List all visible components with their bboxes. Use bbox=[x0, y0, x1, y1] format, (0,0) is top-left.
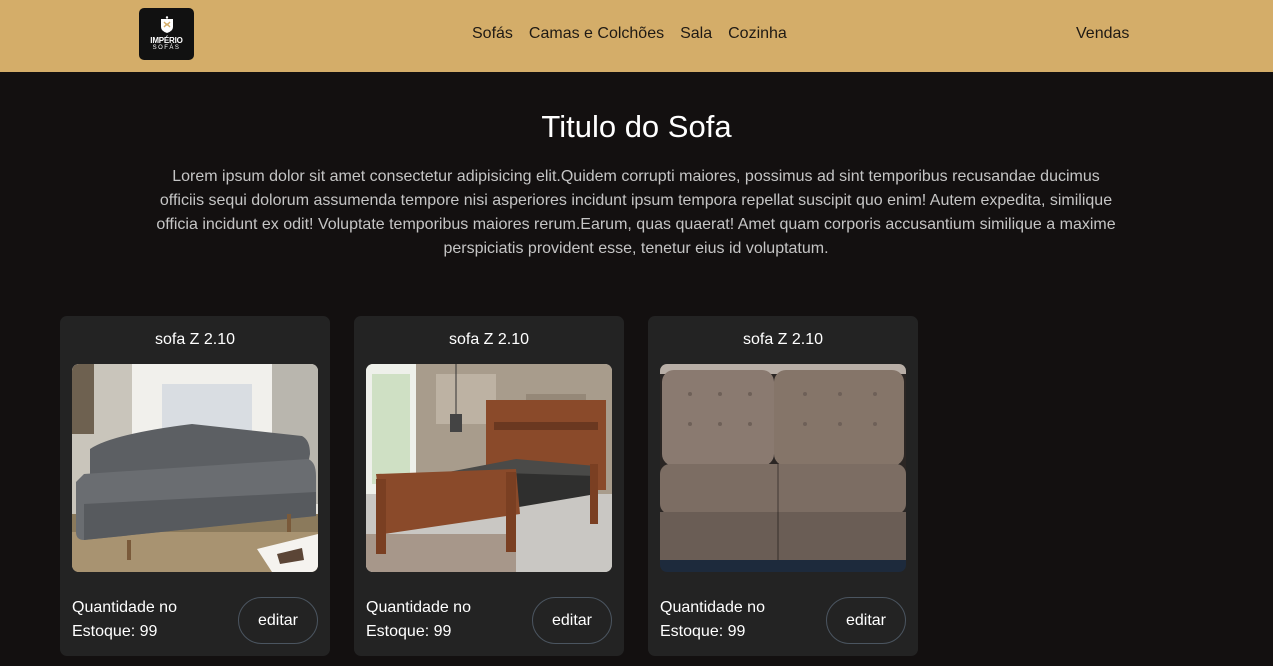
page-title: Titulo do Sofa bbox=[541, 109, 732, 144]
edit-button[interactable]: editar bbox=[826, 597, 906, 644]
edit-button[interactable]: editar bbox=[238, 597, 318, 644]
product-card: sofa Z 2.10 Quantidade no Estoque: 99 ed… bbox=[354, 316, 624, 656]
logo-text-secondary: SOFÁS bbox=[152, 45, 181, 51]
main-nav: Sofás Camas e Colchões Sala Cozinha bbox=[472, 24, 787, 44]
wooden-bed-photo bbox=[366, 364, 612, 572]
stock-quantity: Quantidade no Estoque: 99 bbox=[366, 599, 471, 640]
brown-sofa-photo bbox=[660, 364, 906, 572]
stock-quantity: Quantidade no Estoque: 99 bbox=[660, 599, 765, 640]
page-description: Lorem ipsum dolor sit amet consectetur a… bbox=[156, 168, 1116, 257]
gray-sofa-photo bbox=[72, 364, 318, 572]
brown-sofa-image bbox=[660, 364, 906, 572]
logo-text-primary: IMPÉRIO bbox=[150, 36, 183, 45]
gray-sofa-image bbox=[72, 364, 318, 572]
nav-link-cozinha[interactable]: Cozinha bbox=[728, 24, 787, 44]
nav-link-vendas[interactable]: Vendas bbox=[1076, 24, 1129, 44]
product-title: sofa Z 2.10 bbox=[154, 331, 236, 348]
nav-link-camas-colchoes[interactable]: Camas e Colchões bbox=[529, 24, 664, 44]
stock-quantity: Quantidade no Estoque: 99 bbox=[72, 599, 177, 640]
product-title: sofa Z 2.10 bbox=[448, 331, 530, 348]
product-title: sofa Z 2.10 bbox=[742, 331, 824, 348]
navbar: IMPÉRIO SOFÁS Sofás Camas e Colchões Sal… bbox=[0, 0, 1273, 72]
product-card: sofa Z 2.10 Quantidade no Estoque: 99 ed… bbox=[648, 316, 918, 656]
crown-shield-icon bbox=[160, 16, 173, 33]
nav-link-sala[interactable]: Sala bbox=[680, 24, 712, 44]
product-card: sofa Z 2.10 Quantidade no Estoque: 99 ed… bbox=[60, 316, 330, 656]
wooden-bed-image bbox=[366, 364, 612, 572]
brand-logo[interactable]: IMPÉRIO SOFÁS bbox=[139, 8, 194, 60]
nav-link-sofas[interactable]: Sofás bbox=[472, 24, 513, 44]
edit-button[interactable]: editar bbox=[532, 597, 612, 644]
